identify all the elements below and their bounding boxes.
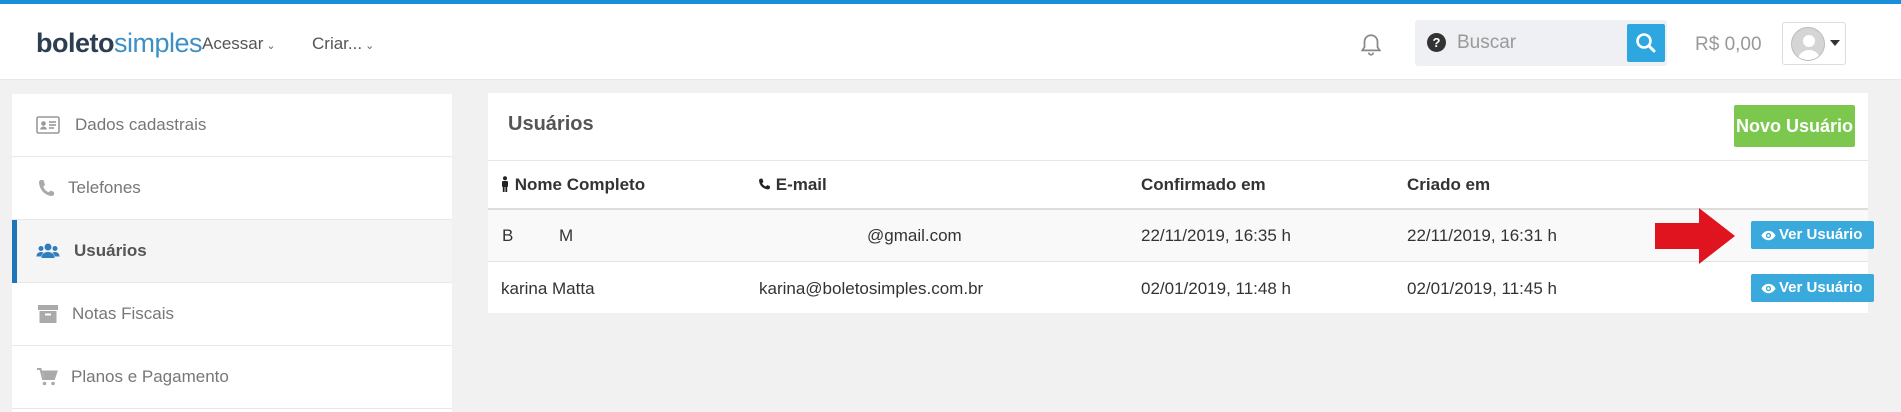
sidebar-item-planos-pagamento[interactable]: Planos e Pagamento (12, 346, 452, 409)
cell-name-last: M (559, 226, 574, 245)
eye-icon (1761, 230, 1776, 241)
cell-created: 02/01/2019, 11:45 h (1407, 279, 1557, 298)
cell-email: karina@boletosimples.com.br (759, 279, 984, 298)
sidebar: Dados cadastrais Telefones Usuários Nota… (12, 94, 452, 412)
view-user-label: Ver Usuário (1779, 279, 1863, 296)
divider (488, 160, 1868, 161)
view-user-button[interactable]: Ver Usuário (1751, 221, 1874, 249)
view-user-button[interactable]: Ver Usuário (1751, 274, 1874, 302)
new-user-button[interactable]: Novo Usuário (1734, 105, 1855, 147)
phone-icon (39, 180, 54, 196)
caret-down-icon (1830, 40, 1840, 46)
cell-email: @gmail.com (867, 226, 962, 245)
sidebar-item-dados-cadastrais[interactable]: Dados cadastrais (12, 94, 452, 157)
search-input[interactable] (1457, 26, 1617, 60)
sidebar-item-notas-fiscais[interactable]: Notas Fiscais (12, 283, 452, 346)
cell-created: 22/11/2019, 16:31 h (1407, 226, 1557, 245)
nav-criar-menu[interactable]: Criar... ⌄ (312, 34, 374, 54)
sidebar-item-label: Usuários (74, 241, 147, 260)
chevron-down-icon: ⌄ (365, 40, 375, 52)
user-silhouette-icon (1792, 28, 1824, 60)
column-header-label: E-mail (775, 175, 827, 194)
logo[interactable]: boletosimples (36, 28, 203, 59)
users-panel: Usuários Novo Usuário Nome Completo E-ma… (488, 93, 1874, 315)
archive-box-icon (38, 305, 58, 323)
cell-name-first: B (502, 226, 514, 245)
users-icon (36, 243, 60, 258)
search-button[interactable] (1627, 24, 1665, 62)
sidebar-item-label: Telefones (68, 178, 141, 197)
cell-confirmed: 02/01/2019, 11:48 h (1141, 279, 1291, 298)
cell-name-first: karina Matta (501, 279, 595, 298)
sidebar-item-label: Notas Fiscais (72, 304, 175, 323)
person-icon (502, 176, 508, 192)
phone-icon (759, 178, 770, 190)
search-box: ? (1415, 20, 1667, 66)
nav-acessar-label: Acessar (202, 34, 264, 53)
cart-icon (37, 368, 58, 386)
header: boletosimples Acessar⌄ Criar...⌄ ? R$ 0,… (0, 4, 1901, 80)
id-card-icon (36, 116, 60, 134)
avatar (1791, 27, 1825, 61)
page-title: Usuários (508, 113, 594, 135)
red-arrow-annotation-icon (1655, 208, 1735, 264)
account-balance: R$ 0,00 (1695, 34, 1762, 55)
user-menu-button[interactable] (1782, 22, 1846, 65)
column-header-label: Nome Completo (514, 175, 646, 194)
bell-icon[interactable] (1358, 32, 1384, 58)
table-row: karina Matta karina@boletosimples.com.br… (488, 263, 1874, 315)
column-header-name[interactable]: Nome Completo (500, 175, 645, 195)
column-header-confirmed[interactable]: Confirmado em (1141, 175, 1266, 195)
sidebar-item-label: Dados cadastrais (75, 115, 207, 134)
help-icon[interactable]: ? (1427, 33, 1446, 52)
sidebar-item-label: Planos e Pagamento (71, 367, 229, 386)
search-icon (1636, 33, 1656, 53)
sidebar-item-telefones[interactable]: Telefones (12, 157, 452, 220)
column-header-email[interactable]: E-mail (758, 175, 827, 195)
sidebar-item-usuarios[interactable]: Usuários (12, 220, 452, 283)
chevron-down-icon: ⌄ (266, 40, 276, 52)
eye-icon (1761, 283, 1776, 294)
column-header-created[interactable]: Criado em (1407, 175, 1490, 195)
cell-confirmed: 22/11/2019, 16:35 h (1141, 226, 1291, 245)
view-user-label: Ver Usuário (1779, 226, 1863, 243)
nav-criar-label: Criar... (312, 34, 363, 53)
nav-acessar-menu[interactable]: Acessar ⌄ (202, 34, 276, 54)
